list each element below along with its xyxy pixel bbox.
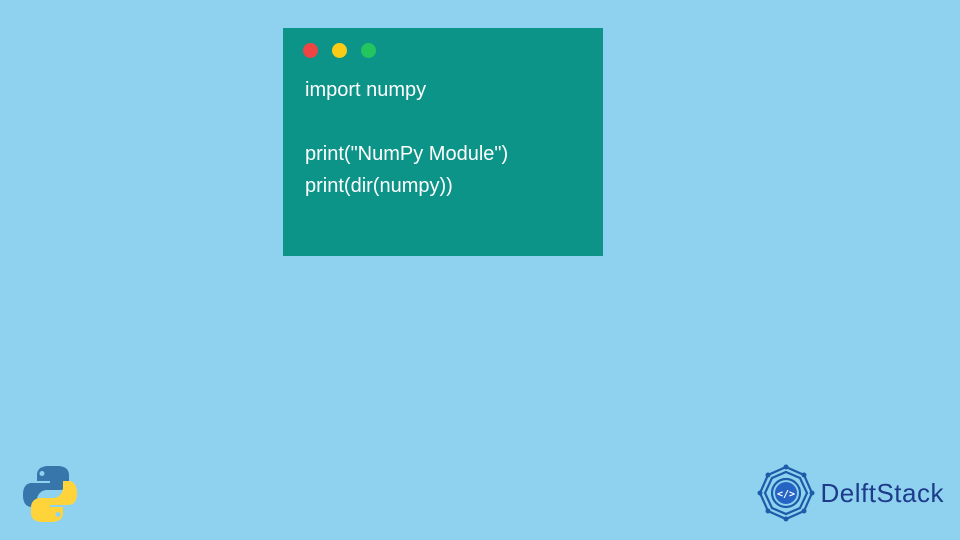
minimize-dot-icon	[332, 43, 347, 58]
code-line: import numpy	[305, 79, 426, 101]
delftstack-branding: </> DelftStack	[757, 464, 945, 522]
close-dot-icon	[303, 43, 318, 58]
window-traffic-lights	[283, 28, 603, 60]
code-line: print(dir(numpy))	[305, 175, 453, 197]
maximize-dot-icon	[361, 43, 376, 58]
code-block: import numpy print("NumPy Module") print…	[283, 60, 603, 216]
brand-name: DelftStack	[821, 478, 945, 509]
python-logo-icon	[18, 462, 82, 526]
code-line: print("NumPy Module")	[305, 143, 508, 165]
delftstack-logo-icon: </>	[757, 464, 815, 522]
svg-text:</>: </>	[776, 489, 794, 500]
code-window: import numpy print("NumPy Module") print…	[283, 28, 603, 256]
